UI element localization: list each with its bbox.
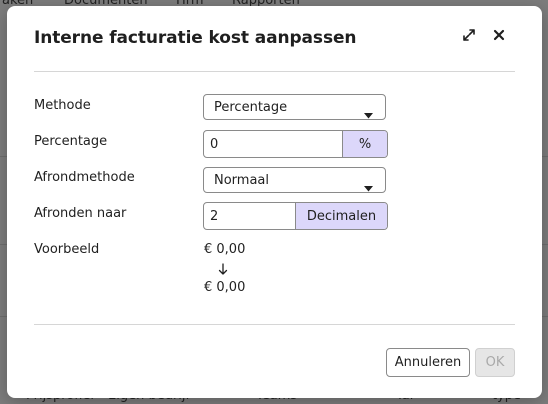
percentage-input[interactable] (204, 131, 343, 157)
voorbeeld-label: Voorbeeld (34, 242, 100, 257)
afronden-naar-input-group: Decimalen (203, 202, 388, 230)
afrondmethode-select[interactable]: Normaal (203, 167, 386, 193)
decimalen-addon: Decimalen (295, 203, 387, 229)
methode-label: Methode (34, 98, 91, 113)
methode-select[interactable]: Percentage (203, 94, 386, 120)
expand-icon[interactable] (462, 28, 478, 44)
afronden-naar-input[interactable] (204, 203, 296, 229)
methode-value: Percentage (214, 100, 288, 115)
afrondmethode-value: Normaal (214, 173, 270, 188)
edit-cost-dialog: Interne facturatie kost aanpassen Method… (7, 6, 542, 398)
percentage-input-group: % (203, 130, 388, 158)
percent-addon: % (342, 131, 387, 157)
percentage-label: Percentage (34, 134, 108, 149)
header-divider (34, 71, 515, 72)
caret-down-icon (364, 104, 373, 123)
caret-down-icon (364, 177, 373, 196)
footer-divider (34, 324, 515, 325)
close-icon[interactable] (492, 28, 508, 44)
afrondmethode-label: Afrondmethode (34, 170, 135, 185)
example-before-value: € 0,00 (204, 242, 246, 257)
afronden-naar-label: Afronden naar (34, 206, 127, 221)
arrow-down-icon (218, 261, 228, 280)
ok-button[interactable]: OK (475, 348, 515, 377)
cancel-button[interactable]: Annuleren (386, 348, 470, 377)
dialog-title: Interne facturatie kost aanpassen (34, 28, 357, 48)
example-after-value: € 0,00 (204, 280, 246, 295)
